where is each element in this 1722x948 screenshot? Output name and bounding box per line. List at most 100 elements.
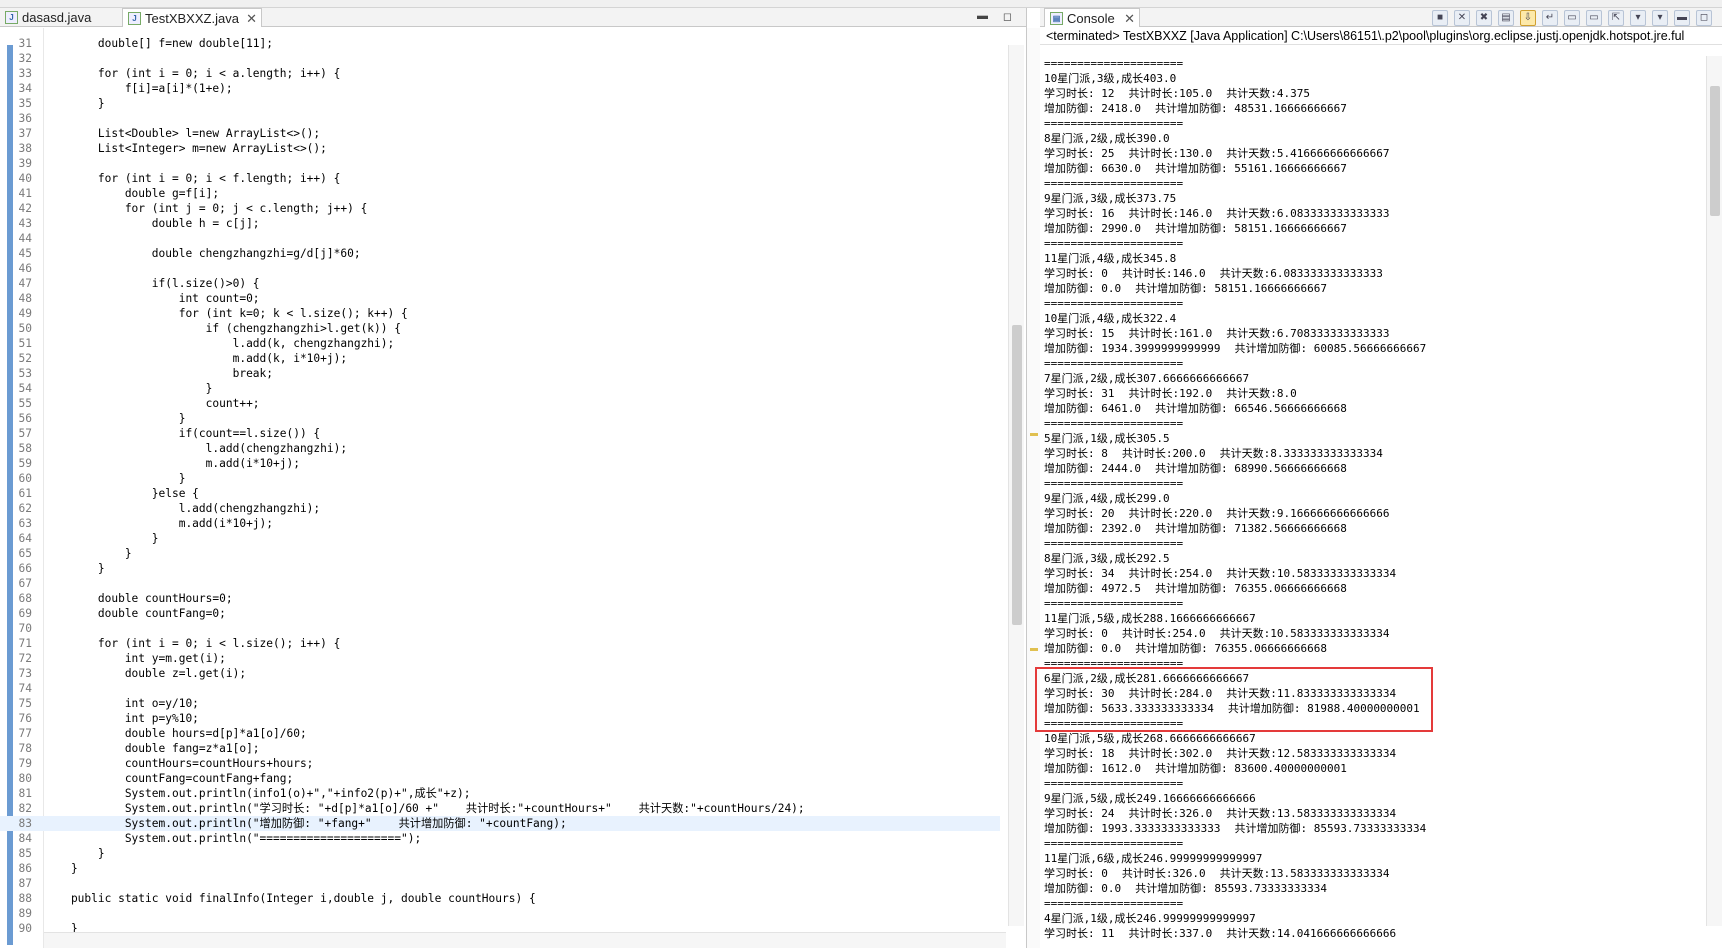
code-line[interactable]: 60 }	[0, 471, 1000, 486]
code-line[interactable]: 65 }	[0, 546, 1000, 561]
code-line[interactable]: 36	[0, 111, 1000, 126]
tab-console[interactable]: ▤ Console ✕	[1044, 8, 1140, 27]
tab-dasasd[interactable]: J dasasd.java	[0, 8, 115, 27]
code-line[interactable]: 33 for (int i = 0; i < a.length; i++) {	[0, 66, 1000, 81]
console-line: =====================	[1044, 837, 1184, 850]
code-line[interactable]: 73 double z=l.get(i);	[0, 666, 1000, 681]
console-line: =====================	[1044, 177, 1184, 190]
remove-all-icon[interactable]: ✖	[1476, 10, 1492, 26]
code-line[interactable]: 82 System.out.println("学习时长: "+d[p]*a1[o…	[0, 801, 1000, 816]
code-line[interactable]: 44	[0, 231, 1000, 246]
editor-vertical-scrollbar[interactable]	[1008, 45, 1024, 926]
code-line[interactable]: 50 if (chengzhangzhi>l.get(k)) {	[0, 321, 1000, 336]
scroll-thumb[interactable]	[1710, 86, 1720, 216]
code-line[interactable]: 74	[0, 681, 1000, 696]
scroll-thumb[interactable]	[1012, 325, 1022, 625]
code-line[interactable]: 53 break;	[0, 366, 1000, 381]
warning-marker[interactable]	[1030, 433, 1038, 436]
code-line[interactable]: 81 System.out.println(info1(o)+","+info2…	[0, 786, 1000, 801]
code-line[interactable]: 69 double countFang=0;	[0, 606, 1000, 621]
word-wrap-icon[interactable]: ↵	[1542, 10, 1558, 26]
code-line[interactable]: 45 double chengzhangzhi=g/d[j]*60;	[0, 246, 1000, 261]
code-line[interactable]: 77 double hours=d[p]*a1[o]/60;	[0, 726, 1000, 741]
code-line[interactable]: 75 int o=y/10;	[0, 696, 1000, 711]
code-line[interactable]: 37 List<Double> l=new ArrayList<>();	[0, 126, 1000, 141]
code-line[interactable]: 32	[0, 51, 1000, 66]
code-line[interactable]: 85 }	[0, 846, 1000, 861]
code-line[interactable]: 72 int y=m.get(i);	[0, 651, 1000, 666]
code-line[interactable]: 70	[0, 621, 1000, 636]
code-line[interactable]: 47 if(l.size()>0) {	[0, 276, 1000, 291]
code-line[interactable]: 42 for (int j = 0; j < c.length; j++) {	[0, 201, 1000, 216]
code-line[interactable]: 84 System.out.println("=================…	[0, 831, 1000, 846]
pin-console-icon[interactable]: ⇱	[1608, 10, 1624, 26]
code-line[interactable]: 80 countFang=countFang+fang;	[0, 771, 1000, 786]
code-line[interactable]: 51 l.add(k, chengzhangzhi);	[0, 336, 1000, 351]
remove-launch-icon[interactable]: ✕	[1454, 10, 1470, 26]
line-number: 41	[18, 187, 32, 200]
show-console-err-icon[interactable]: ▭	[1586, 10, 1602, 26]
console-field: 共计增加防御: 58151.16666666667	[1135, 282, 1327, 295]
tab-testxbxxz[interactable]: J TestXBXXZ.java ✕	[122, 8, 262, 27]
maximize-icon[interactable]: ◻	[1696, 10, 1712, 26]
code-line[interactable]: 48 int count=0;	[0, 291, 1000, 306]
code-line[interactable]: 64 }	[0, 531, 1000, 546]
code-line[interactable]: 61 }else {	[0, 486, 1000, 501]
console-vertical-scrollbar[interactable]	[1706, 56, 1722, 926]
editor-horizontal-scrollbar[interactable]	[44, 932, 1006, 948]
warning-marker[interactable]	[1030, 648, 1038, 651]
code-line[interactable]: 68 double countHours=0;	[0, 591, 1000, 606]
scroll-lock-icon[interactable]: ⇩	[1520, 10, 1536, 26]
code-line[interactable]: 55 count++;	[0, 396, 1000, 411]
maximize-icon[interactable]: ◻	[1003, 10, 1012, 23]
code-line[interactable]: 35 }	[0, 96, 1000, 111]
show-console-out-icon[interactable]: ▭	[1564, 10, 1580, 26]
code-line[interactable]: 57 if(count==l.size()) {	[0, 426, 1000, 441]
console-field: 学习时长: 20	[1044, 507, 1115, 520]
terminate-icon[interactable]: ■	[1432, 10, 1448, 26]
code-line[interactable]: 54 }	[0, 381, 1000, 396]
code-line[interactable]: 31 double[] f=new double[11];	[0, 36, 1000, 51]
code-line[interactable]: 46	[0, 261, 1000, 276]
console-field: 学习时长: 24	[1044, 807, 1115, 820]
code-line[interactable]: 41 double g=f[i];	[0, 186, 1000, 201]
line-number: 48	[18, 292, 32, 305]
open-console-icon[interactable]: ▾	[1652, 10, 1668, 26]
code-line[interactable]: 63 m.add(i*10+j);	[0, 516, 1000, 531]
code-line[interactable]: 34 f[i]=a[i]*(1+e);	[0, 81, 1000, 96]
console-field: 共计增加防御: 76355.06666666668	[1154, 582, 1347, 595]
code-line[interactable]: 43 double h = c[j];	[0, 216, 1000, 231]
minimize-icon[interactable]: ▬	[977, 10, 988, 22]
code-line[interactable]: 89	[0, 906, 1000, 921]
console-line: 9星门派,3级,成长373.75	[1044, 192, 1177, 205]
code-line[interactable]: 67	[0, 576, 1000, 591]
code-line[interactable]: 71 for (int i = 0; i < l.size(); i++) {	[0, 636, 1000, 651]
code-line[interactable]: 39	[0, 156, 1000, 171]
console-line: =====================	[1044, 297, 1184, 310]
code-line[interactable]: 87	[0, 876, 1000, 891]
code-line[interactable]: 52 m.add(k, i*10+j);	[0, 351, 1000, 366]
code-line[interactable]: 49 for (int k=0; k < l.size(); k++) {	[0, 306, 1000, 321]
code-line[interactable]: 40 for (int i = 0; i < f.length; i++) {	[0, 171, 1000, 186]
console-output[interactable]: ===================== 10星门派,3级,成长403.0 学习时…	[1044, 56, 1704, 941]
code-line[interactable]: 58 l.add(chengzhangzhi);	[0, 441, 1000, 456]
code-line[interactable]: 38 List<Integer> m=new ArrayList<>();	[0, 141, 1000, 156]
clear-console-icon[interactable]: ▤	[1498, 10, 1514, 26]
code-line[interactable]: 66 }	[0, 561, 1000, 576]
code-line[interactable]: 62 l.add(chengzhangzhi);	[0, 501, 1000, 516]
minimize-icon[interactable]: ▬	[1674, 10, 1690, 26]
code-line[interactable]: 56 }	[0, 411, 1000, 426]
code-line[interactable]: 78 double fang=z*a1[o];	[0, 741, 1000, 756]
code-line[interactable]: 83 System.out.println("增加防御: "+fang+" 共计…	[0, 816, 1000, 831]
code-text: m.add(k, i*10+j);	[44, 352, 348, 365]
display-console-icon[interactable]: ▾	[1630, 10, 1646, 26]
code-line[interactable]: 76 int p=y%10;	[0, 711, 1000, 726]
console-line: 8星门派,2级,成长390.0	[1044, 132, 1170, 145]
code-line[interactable]: 86 }	[0, 861, 1000, 876]
close-icon[interactable]: ✕	[1124, 9, 1135, 28]
code-line[interactable]: 79 countHours=countHours+hours;	[0, 756, 1000, 771]
close-icon[interactable]: ✕	[246, 9, 257, 28]
code-line[interactable]: 88 public static void finalInfo(Integer …	[0, 891, 1000, 906]
code-area[interactable]: 31 double[] f=new double[11]; 32 33 for (i…	[0, 36, 1000, 936]
code-line[interactable]: 59 m.add(i*10+j);	[0, 456, 1000, 471]
